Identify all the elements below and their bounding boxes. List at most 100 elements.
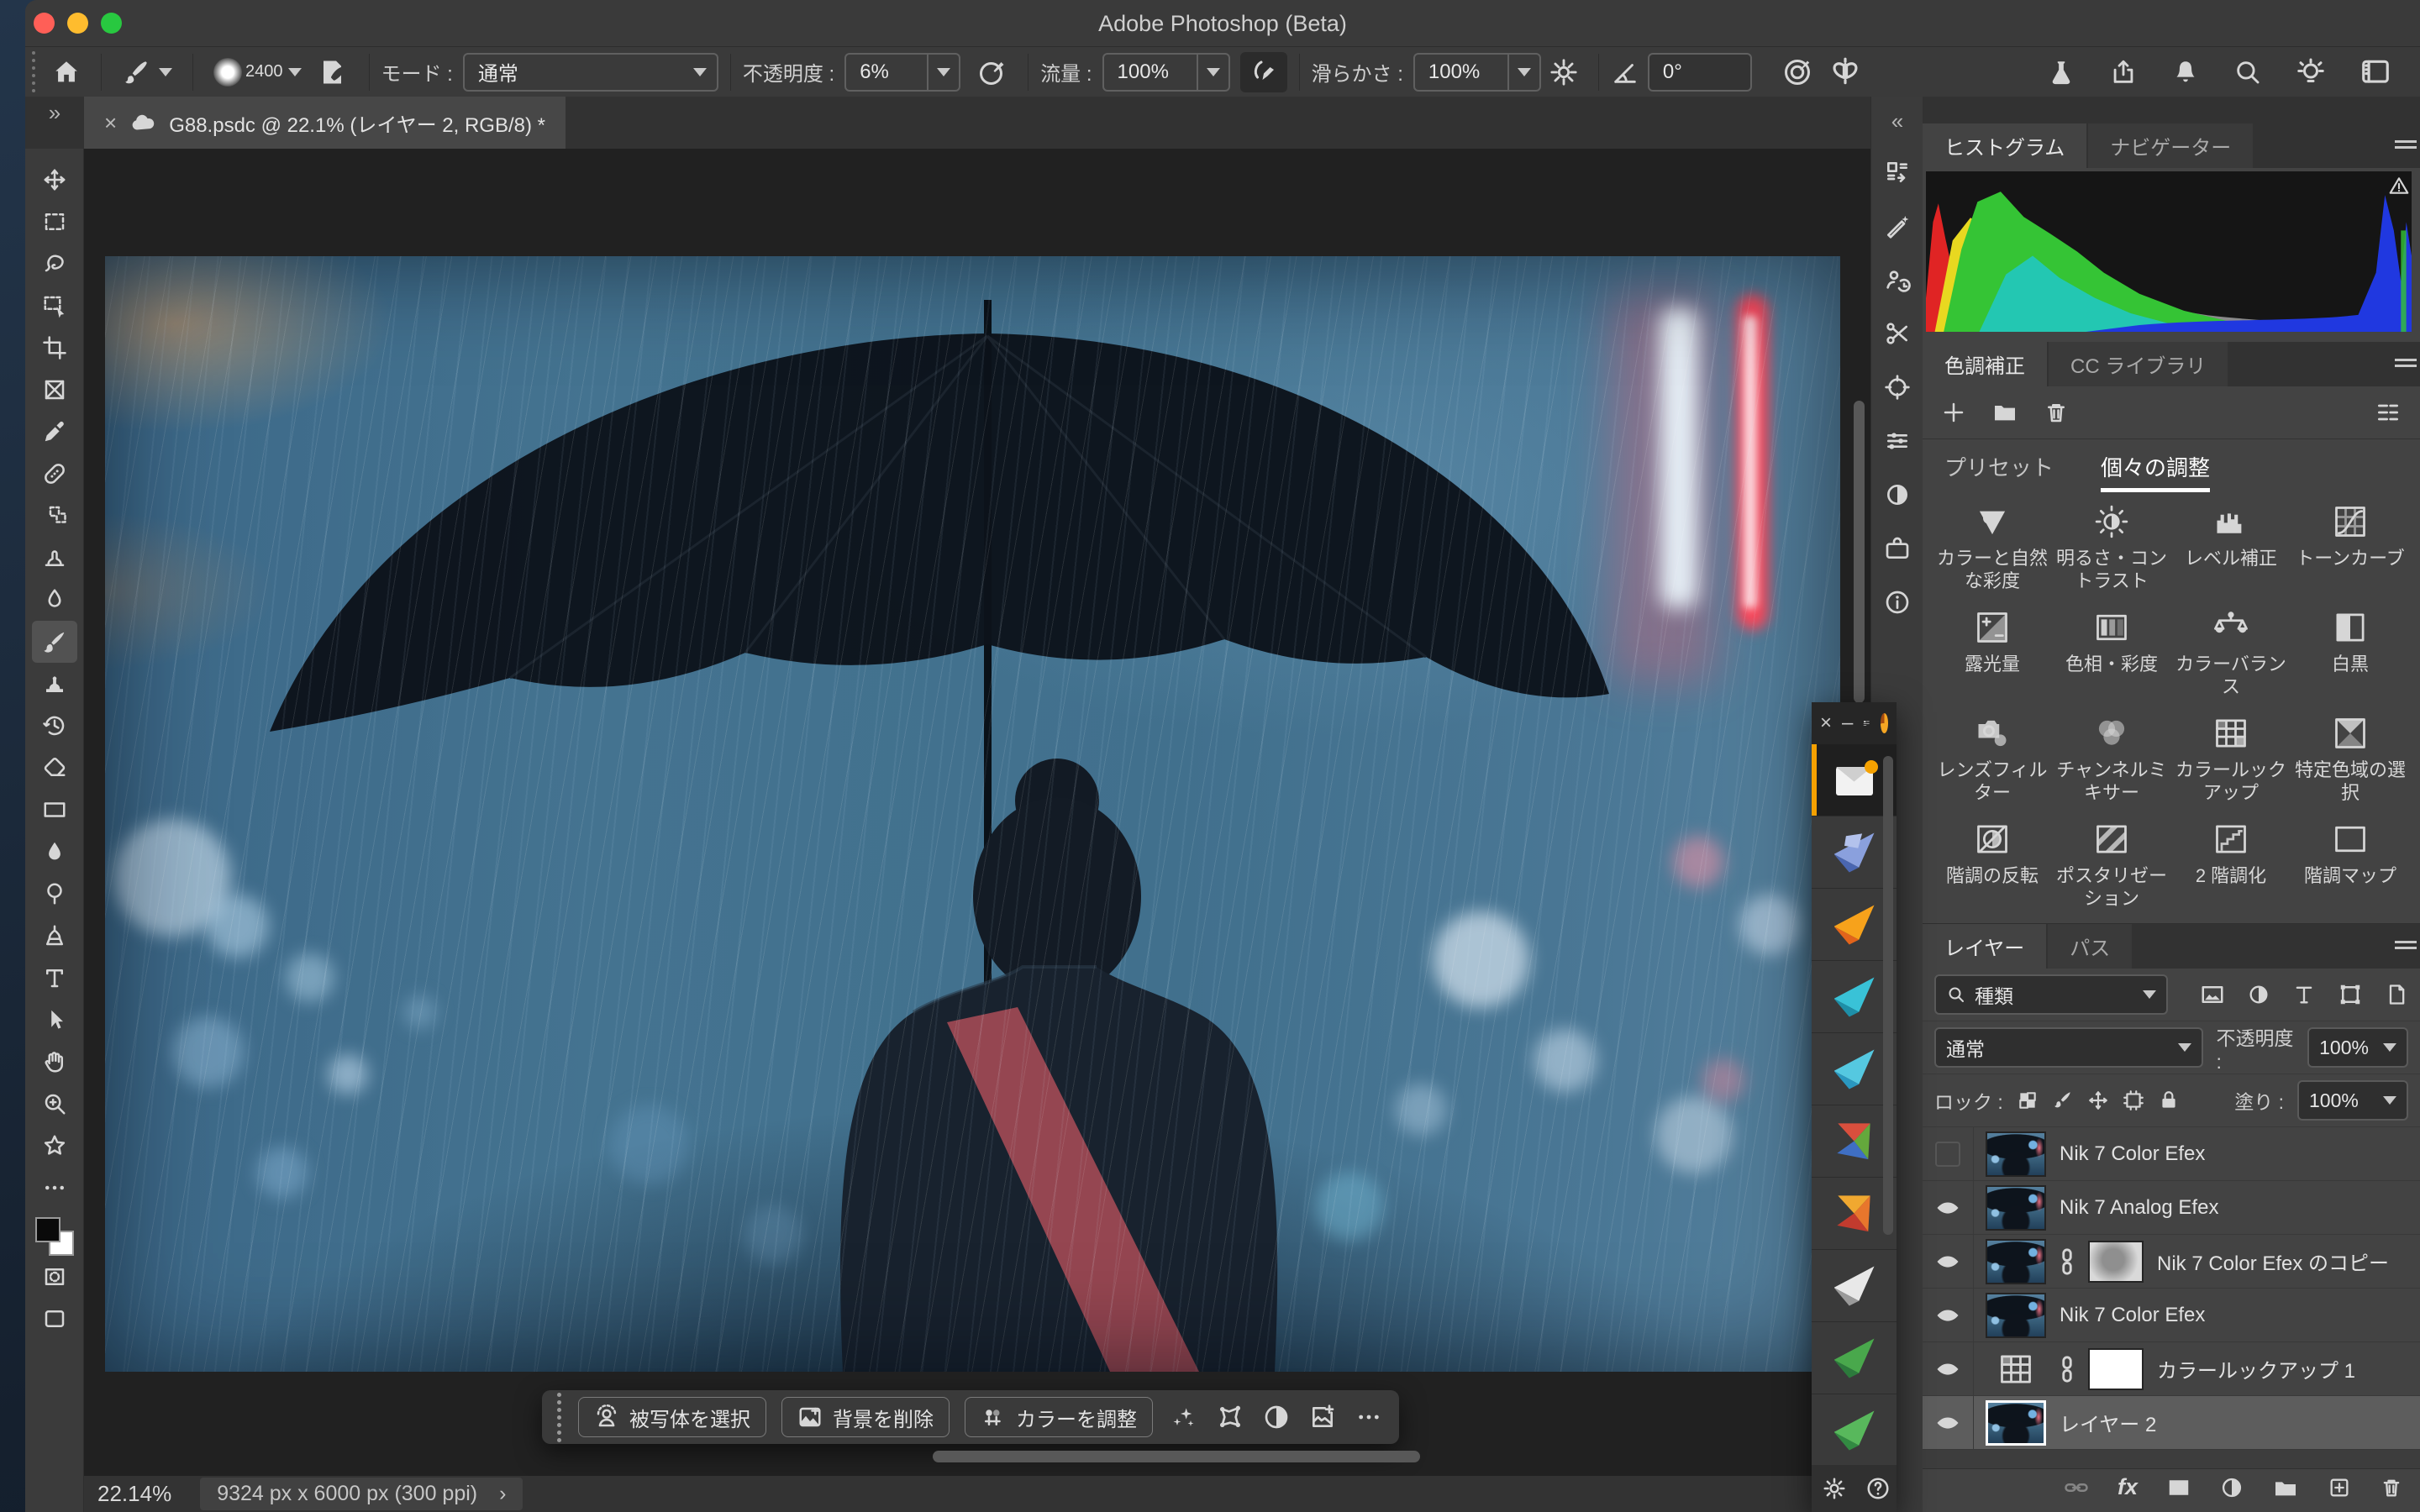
- clone-stamp-tool[interactable]: [32, 663, 77, 705]
- quick-mask-button[interactable]: [32, 1256, 77, 1298]
- delete-layer-icon[interactable]: [2380, 1476, 2403, 1499]
- properties-panel-icon[interactable]: [1874, 414, 1921, 468]
- visibility-toggle[interactable]: [1923, 1289, 1974, 1341]
- filter-smart-objects-icon[interactable]: [2385, 983, 2408, 1006]
- lasso-tool[interactable]: [32, 243, 77, 285]
- panel-options-icon[interactable]: [1863, 714, 1870, 732]
- document-info[interactable]: 9324 px x 6000 px (300 ppi) ›: [200, 1478, 523, 1510]
- airbrush-button[interactable]: [1240, 52, 1287, 92]
- link-layers-icon[interactable]: [2064, 1475, 2089, 1500]
- scissors-panel-icon[interactable]: [1874, 307, 1921, 360]
- eyedropper-tool[interactable]: [32, 411, 77, 453]
- layer-fill-input[interactable]: 100%: [2297, 1080, 2408, 1121]
- chevron-down-icon[interactable]: [1197, 55, 1228, 90]
- layer-filter-select[interactable]: 種類: [1934, 974, 2168, 1015]
- layer-mask-thumbnail[interactable]: [2088, 1241, 2144, 1283]
- edit-toolbar-button[interactable]: [32, 1167, 77, 1209]
- hand-tool[interactable]: [32, 1041, 77, 1083]
- lock-artboard-icon[interactable]: [2123, 1089, 2144, 1111]
- adjustment-curves[interactable]: トーンカーブ: [2291, 498, 2410, 597]
- adjustment-exposure[interactable]: 露光量: [1933, 604, 2052, 703]
- collapse-panels-toggle[interactable]: «: [1891, 97, 1903, 145]
- new-layer-icon[interactable]: [2328, 1476, 2351, 1499]
- nik-sharpener-tile[interactable]: [1812, 1322, 1897, 1394]
- list-view-icon[interactable]: [2375, 399, 2402, 426]
- adjustments-panel-icon[interactable]: [1874, 468, 1921, 522]
- pen-tool[interactable]: [32, 915, 77, 957]
- dodge-tool[interactable]: [32, 873, 77, 915]
- tab-cc-libraries[interactable]: CC ライブラリ: [2049, 342, 2228, 386]
- tab-navigator[interactable]: ナビゲーター: [2088, 123, 2253, 168]
- vertical-scrollbar[interactable]: [1854, 401, 1865, 703]
- visibility-toggle[interactable]: [1923, 1235, 1974, 1288]
- workspace-icon[interactable]: [2360, 56, 2391, 88]
- discover-icon[interactable]: [2296, 57, 2326, 87]
- share-icon[interactable]: [2109, 58, 2138, 87]
- link-icon[interactable]: [2060, 1355, 2075, 1383]
- pattern-stamp-tool[interactable]: [32, 537, 77, 579]
- adjustment-black-white[interactable]: 白黒: [2291, 604, 2410, 703]
- patch-tool[interactable]: [32, 495, 77, 537]
- chevron-down-icon[interactable]: [927, 55, 959, 90]
- lock-pixels-icon[interactable]: [2052, 1089, 2074, 1111]
- generate-panel-icon[interactable]: [1874, 199, 1921, 253]
- crop-tool[interactable]: [32, 327, 77, 369]
- layer-row[interactable]: Nik 7 Color Efex のコピー: [1923, 1235, 2420, 1289]
- settings-gear-icon[interactable]: [1822, 1476, 1847, 1501]
- pressure-size-button[interactable]: [1774, 52, 1821, 92]
- adjustment-selective-color[interactable]: 特定色域の選択: [2291, 710, 2410, 809]
- visibility-toggle[interactable]: [1923, 1181, 1974, 1234]
- horizontal-scrollbar[interactable]: [933, 1451, 1420, 1462]
- adjustment-invert[interactable]: 階調の反転: [1933, 816, 2052, 915]
- adjustment-photo-filter[interactable]: レンズフィルター: [1933, 710, 2052, 809]
- tab-histogram[interactable]: ヒストグラム: [1923, 123, 2086, 168]
- layer-row[interactable]: Nik 7 Color Efex: [1923, 1289, 2420, 1342]
- blur-tool[interactable]: [32, 831, 77, 873]
- layer-row[interactable]: Nik 7 Color Efex: [1923, 1127, 2420, 1181]
- remove-background-button[interactable]: 背景を削除: [781, 1397, 950, 1437]
- generate-image-button[interactable]: [1307, 1398, 1338, 1436]
- document-image[interactable]: [105, 256, 1840, 1372]
- new-adjustment-layer-icon[interactable]: [2220, 1476, 2244, 1499]
- search-icon[interactable]: [2233, 58, 2262, 87]
- layer-opacity-input[interactable]: 100%: [2307, 1027, 2408, 1068]
- visibility-toggle[interactable]: [1923, 1127, 1974, 1180]
- minimize-icon[interactable]: –: [1842, 711, 1853, 735]
- type-tool[interactable]: [32, 957, 77, 999]
- nik-scrollbar[interactable]: [1883, 756, 1893, 1235]
- subtab-presets[interactable]: プリセット: [1944, 451, 2054, 482]
- tool-preset-button[interactable]: [113, 52, 181, 92]
- layer-style-icon[interactable]: fx: [2118, 1474, 2138, 1500]
- object-selection-tool[interactable]: [32, 285, 77, 327]
- mixer-brush-tool[interactable]: [32, 579, 77, 621]
- layer-blend-mode-select[interactable]: 通常: [1934, 1027, 2203, 1068]
- move-tool[interactable]: [32, 159, 77, 201]
- add-mask-icon[interactable]: [2166, 1475, 2191, 1500]
- chevron-down-icon[interactable]: [1507, 55, 1539, 90]
- adjustment-posterize[interactable]: ポスタリゼーション: [2052, 816, 2171, 915]
- adjustment-levels[interactable]: レベル補正: [2171, 498, 2291, 597]
- smoothing-input[interactable]: 100%: [1413, 53, 1541, 92]
- layer-thumbnail[interactable]: [1986, 1239, 2046, 1284]
- foreground-color-swatch[interactable]: [35, 1217, 60, 1242]
- home-button[interactable]: [44, 52, 89, 92]
- document-tab[interactable]: × G88.psdc @ 22.1% (レイヤー 2, RGB/8) *: [84, 97, 566, 149]
- beta-flask-icon[interactable]: [2047, 58, 2075, 87]
- generative-fill-button[interactable]: [1168, 1398, 1199, 1436]
- adjustment-vibrance[interactable]: カラーと自然な彩度: [1933, 498, 2052, 597]
- layer-thumbnail[interactable]: [1986, 1185, 2046, 1231]
- subtab-single-adjustments[interactable]: 個々の調整: [2101, 451, 2210, 482]
- filter-adjustment-layers-icon[interactable]: [2247, 983, 2270, 1006]
- adjustment-channel-mixer[interactable]: チャンネルミキサー: [2052, 710, 2171, 809]
- adjustment-brightness-contrast[interactable]: 明るさ・コントラスト: [2052, 498, 2171, 597]
- nik-silver-efex-tile[interactable]: [1812, 1250, 1897, 1322]
- panel-menu-icon[interactable]: [2395, 137, 2417, 152]
- history-brush-tool[interactable]: [32, 705, 77, 747]
- add-adjustment-icon[interactable]: [1941, 400, 1966, 425]
- toolbar-expand-toggle[interactable]: »: [25, 97, 84, 149]
- toggle-brush-settings-button[interactable]: [310, 52, 357, 92]
- screen-mode-button[interactable]: [32, 1298, 77, 1340]
- history-panel-icon[interactable]: [1874, 253, 1921, 307]
- layer-row[interactable]: カラールックアップ 1: [1923, 1342, 2420, 1396]
- layer-thumbnail[interactable]: [1986, 1293, 2046, 1338]
